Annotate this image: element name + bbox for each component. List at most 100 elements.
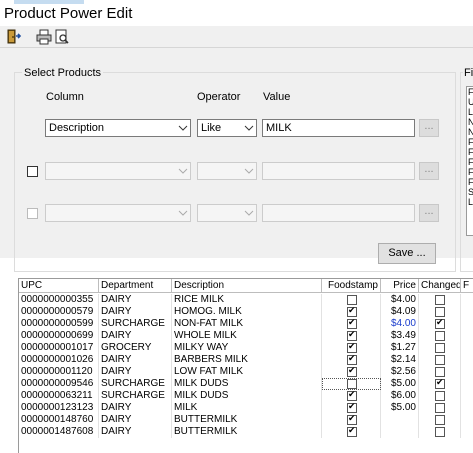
changed-checkbox[interactable] [435, 403, 445, 413]
operator-select-1[interactable]: Like [197, 119, 257, 137]
operator-select-3[interactable] [197, 204, 257, 222]
dept-cell: DAIRY [99, 330, 172, 342]
foodstamp-checkbox[interactable] [347, 354, 357, 365]
operator-header: Operator [197, 91, 241, 103]
title-bar: Product Power Edit [0, 0, 473, 26]
foodstamp-checkbox[interactable] [347, 366, 357, 377]
changed-checkbox[interactable] [435, 307, 445, 317]
value-input-1[interactable]: MILK [262, 119, 415, 137]
ellipsis-button-1[interactable]: ... [419, 119, 439, 137]
print-icon[interactable] [35, 28, 53, 46]
extra-cell [461, 342, 473, 354]
products-grid[interactable]: UPC Department Description Foodstamp Pri… [18, 278, 473, 453]
table-row[interactable]: 0000000001120DAIRYLOW FAT MILK $2.56 [19, 366, 473, 378]
changed-cell [419, 402, 461, 414]
table-row[interactable]: 0000000123123DAIRYMILK $5.00 [19, 402, 473, 414]
changed-cell [419, 342, 461, 354]
foodstamp-cell [322, 402, 381, 414]
col-header-changed[interactable]: Changed [419, 279, 461, 293]
column-select-2[interactable] [45, 162, 191, 180]
dept-cell: DAIRY [99, 294, 172, 306]
desc-cell: WHOLE MILK [172, 330, 322, 342]
changed-checkbox[interactable] [435, 427, 445, 437]
desc-cell: RICE MILK [172, 294, 322, 306]
table-row[interactable]: 0000000148760 DAIRY BUTTERMILK [19, 414, 473, 426]
desc-cell: LOW FAT MILK [172, 366, 322, 378]
right-list-item: F [468, 87, 473, 97]
ellipsis-button-3[interactable]: ... [419, 204, 439, 222]
value-input-2[interactable] [262, 162, 415, 180]
foodstamp-cell [322, 354, 381, 366]
changed-checkbox[interactable] [435, 343, 445, 353]
price-cell: $2.14 [381, 354, 419, 366]
ellipsis-button-2[interactable]: ... [419, 162, 439, 180]
col-header-extra[interactable]: F [461, 279, 473, 293]
foodstamp-checkbox[interactable] [347, 342, 357, 353]
table-row[interactable]: 0000000063211SURCHARGEMILK DUDS $6.00 [19, 390, 473, 402]
upc-cell: 0000000000355 [19, 294, 99, 306]
upc-cell: 0000000000599 [19, 318, 99, 330]
extra-cell [461, 390, 473, 402]
changed-checkbox[interactable] [435, 415, 445, 425]
foodstamp-checkbox[interactable] [347, 414, 357, 425]
table-row[interactable]: 0000000000579DAIRYHOMOG. MILK $4.09 [19, 306, 473, 318]
dept-cell: SURCHARGE [99, 318, 172, 330]
foodstamp-checkbox[interactable] [347, 390, 357, 401]
grid-header: UPC Department Description Foodstamp Pri… [19, 279, 473, 293]
extra-cell [461, 306, 473, 318]
col-header-foodstamp[interactable]: Foodstamp [322, 279, 381, 293]
value-input-3[interactable] [262, 204, 415, 222]
changed-checkbox[interactable] [435, 391, 445, 401]
table-row[interactable]: 0000000001026DAIRYBARBERS MILK $2.14 [19, 354, 473, 366]
right-listbox[interactable]: F U L N N F F F F F S L [466, 86, 473, 236]
desc-cell: BUTTERMILK [172, 414, 322, 426]
upc-cell: 0000000009546 [19, 378, 99, 390]
changed-checkbox[interactable] [435, 295, 445, 305]
foodstamp-checkbox[interactable] [347, 330, 357, 341]
changed-checkbox[interactable] [435, 367, 445, 377]
table-row[interactable]: 0000000009546 SURCHARGE MILK DUDS $5.00 [19, 378, 473, 390]
column-select-3[interactable] [45, 204, 191, 222]
col-header-price[interactable]: Price [381, 279, 419, 293]
price-cell: $4.09 [381, 306, 419, 318]
foodstamp-checkbox[interactable] [347, 426, 357, 437]
foodstamp-checkbox[interactable] [347, 295, 357, 305]
table-row[interactable]: 0000000000355 DAIRY RICE MILK $4.00 [19, 294, 473, 306]
extra-cell [461, 330, 473, 342]
col-header-description[interactable]: Description [172, 279, 322, 293]
right-list-item: F [468, 177, 473, 187]
col-header-upc[interactable]: UPC [19, 279, 99, 293]
price-cell: $2.56 [381, 366, 419, 378]
exit-icon[interactable] [5, 28, 23, 46]
table-row[interactable]: 0000000000599SURCHARGENON-FAT MILK $4.00 [19, 318, 473, 330]
changed-checkbox[interactable] [435, 355, 445, 365]
changed-checkbox[interactable] [435, 331, 445, 341]
enable-row-3-checkbox[interactable] [27, 208, 38, 219]
changed-cell [419, 354, 461, 366]
foodstamp-checkbox[interactable] [347, 306, 357, 317]
col-header-department[interactable]: Department [99, 279, 172, 293]
window-title: Product Power Edit [4, 5, 133, 22]
foodstamp-checkbox[interactable] [347, 402, 357, 413]
column-select-1[interactable]: Description [45, 119, 191, 137]
right-list-item: L [468, 107, 473, 117]
operator-select-2[interactable] [197, 162, 257, 180]
table-row[interactable]: 0000000001017GROCERYMILKY WAY $1.27 [19, 342, 473, 354]
foodstamp-checkbox[interactable] [347, 318, 357, 329]
extra-cell [461, 426, 473, 438]
price-cell: $5.00 [381, 402, 419, 414]
right-list-item: F [468, 167, 473, 177]
table-row[interactable]: 0000001487608 DAIRY BUTTERMILK [19, 426, 473, 438]
changed-checkbox[interactable] [435, 378, 445, 389]
print-preview-icon[interactable] [53, 28, 71, 46]
right-list-item: F [468, 147, 473, 157]
select-products-label: Select Products [22, 67, 104, 79]
desc-cell: MILK [172, 402, 322, 414]
foodstamp-cell [322, 414, 381, 426]
right-list-item: N [467, 127, 473, 137]
table-row[interactable]: 0000000000699DAIRYWHOLE MILK $3.49 [19, 330, 473, 342]
enable-row-2-checkbox[interactable] [27, 166, 38, 177]
changed-checkbox[interactable] [435, 318, 445, 329]
toolbar [0, 26, 473, 48]
save-button[interactable]: Save ... [378, 243, 436, 264]
